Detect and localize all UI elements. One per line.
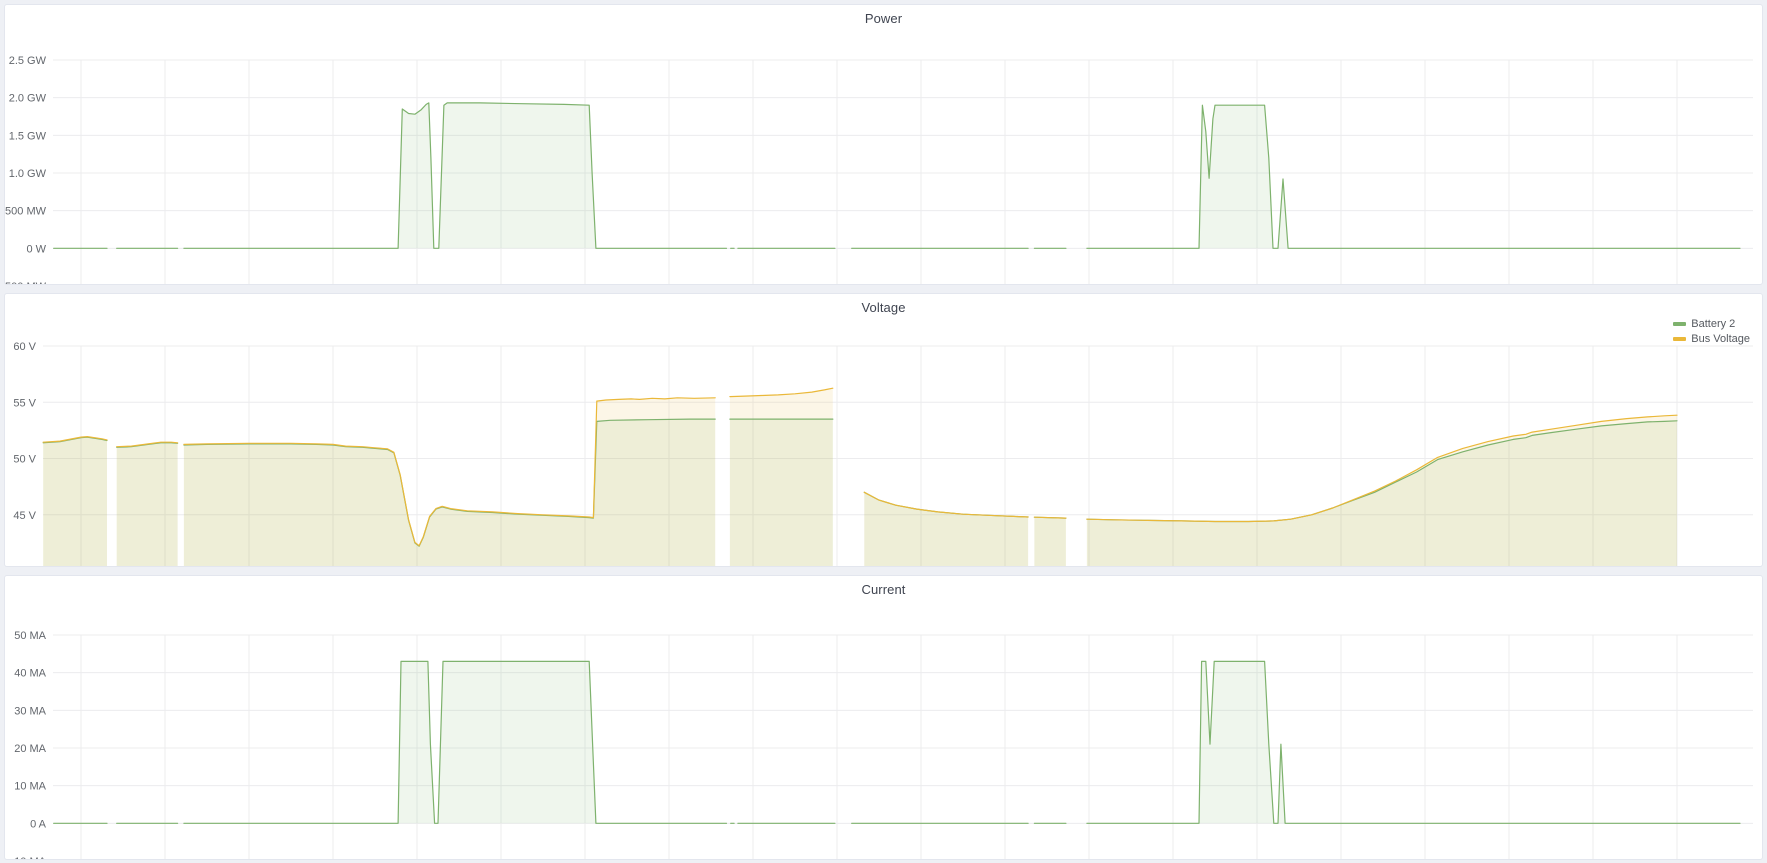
y-axis-tick-label: 40 MA [14, 668, 46, 680]
legend: Battery 2 Bus Voltage [1673, 318, 1750, 345]
current-panel: Current 50 MA 40 MA 30 MA 20 MA 10 MA 0 A -10 … [4, 575, 1763, 860]
y-axis-tick-label: 1.5 GW [9, 130, 47, 142]
current-panel-header[interactable]: Current [5, 576, 1762, 602]
current-area [184, 661, 727, 823]
gridlines [53, 635, 1753, 859]
power-line [1087, 105, 1740, 248]
legend-item-battery-2[interactable]: Battery 2 [1673, 318, 1750, 330]
bus-voltage-area [730, 388, 833, 566]
current-chart[interactable]: 50 MA40 MA30 MA20 MA10 MA0 A-10 MA15:121… [5, 602, 1762, 859]
gridlines [53, 60, 1753, 284]
y-axis-tick-label: 1.0 GW [9, 168, 47, 180]
y-axis-tick-label: 50 MA [14, 630, 46, 642]
current-line [1087, 661, 1740, 823]
y-axis-tick-label: 10 MA [14, 781, 46, 793]
legend-color-icon [1673, 337, 1686, 341]
voltage-chart[interactable]: 60 V55 V50 V45 V40 V15:1215:1415:1615:18… [5, 320, 1762, 566]
voltage-panel: Voltage Battery 2 Bus Voltage 60 V 55 V 50… [4, 293, 1763, 567]
legend-label: Battery 2 [1691, 318, 1735, 330]
bus-voltage-area [1034, 517, 1066, 566]
y-axis-tick-label: 20 MA [14, 743, 46, 755]
y-axis-tick-label: 0 W [26, 243, 46, 255]
axis-labels: 50 MA40 MA30 MA20 MA10 MA0 A-10 MA15:121… [11, 630, 1691, 859]
y-axis-tick-label: 2.5 GW [9, 55, 47, 67]
voltage-panel-header[interactable]: Voltage [5, 294, 1762, 320]
y-axis-tick-label: 55 V [13, 397, 36, 409]
legend-color-icon [1673, 322, 1686, 326]
power-area [1087, 105, 1740, 248]
series-lines [54, 103, 1740, 248]
legend-item-bus-voltage[interactable]: Bus Voltage [1673, 333, 1750, 345]
y-axis-tick-label: 500 MW [5, 206, 47, 218]
legend-label: Bus Voltage [1691, 333, 1750, 345]
y-axis-tick-label: 45 V [13, 510, 36, 522]
panel-title: Current [861, 582, 905, 597]
power-chart[interactable]: 2.5 GW 2.0 GW 1.5 GW 1.0 GW 500 MW 0 W -500 MW… [5, 31, 1762, 284]
bus-voltage-area [117, 442, 178, 566]
y-axis-tick-label: 50 V [13, 454, 36, 466]
series-areas [54, 661, 1740, 823]
bus-voltage-area [184, 398, 715, 566]
y-axis-tick-label: -10 MA [11, 856, 47, 859]
panel-title: Voltage [861, 300, 905, 315]
bus-voltage-area [1087, 415, 1677, 566]
y-axis-tick-label: 30 MA [14, 705, 46, 717]
y-axis-tick-label: 0 A [30, 818, 47, 830]
current-area [1087, 661, 1740, 823]
series-areas [43, 388, 1677, 566]
y-axis-tick-label: -500 MW [5, 281, 47, 284]
series-areas [54, 103, 1740, 248]
y-axis-tick-label: 2.0 GW [9, 93, 47, 105]
axis-labels: 2.5 GW 2.0 GW 1.5 GW 1.0 GW 500 MW 0 W -500 MW… [5, 55, 1691, 284]
series-lines [54, 661, 1740, 823]
power-panel: Power 2.5 GW 2.0 GW 1.5 GW 1.0 GW 500 MW 0 W -… [4, 4, 1763, 285]
panel-title: Power [865, 11, 902, 26]
dashboard: Power 2.5 GW 2.0 GW 1.5 GW 1.0 GW 500 MW 0 W -… [0, 0, 1767, 863]
power-area [184, 103, 727, 248]
bus-voltage-area [43, 437, 107, 566]
power-panel-header[interactable]: Power [5, 5, 1762, 31]
y-axis-tick-label: 60 V [13, 341, 36, 353]
